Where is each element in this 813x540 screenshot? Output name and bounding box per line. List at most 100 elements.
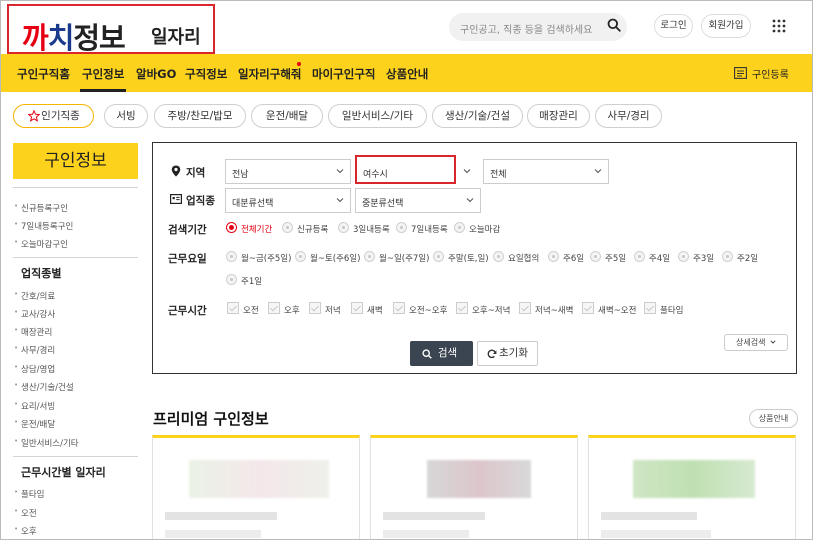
- chip-general-service[interactable]: 일반서비스/기타: [328, 104, 427, 128]
- nav-item-home[interactable]: 구인구직홈: [17, 66, 70, 82]
- check-morning[interactable]: 오전: [227, 302, 259, 316]
- chip-office[interactable]: 사무/경리: [595, 104, 662, 128]
- blurred-logo: [189, 460, 329, 498]
- nav-item-my[interactable]: 마이구인구직: [312, 66, 375, 82]
- chip-production[interactable]: 생산/기술/건설: [432, 104, 523, 128]
- sidebar-link-office[interactable]: 사무/경리: [14, 344, 55, 356]
- chip-popular[interactable]: 인기직종: [13, 104, 94, 128]
- check-dawn-morning[interactable]: 새벽~오전: [582, 302, 636, 316]
- briefcase-icon: [170, 194, 182, 204]
- reset-button[interactable]: 초기화: [477, 341, 538, 366]
- radio-dot: [590, 251, 601, 262]
- radio-days-5[interactable]: 월~금(주5일): [226, 251, 291, 264]
- job-category-select[interactable]: 대분류선택: [225, 188, 351, 213]
- radio-period-today[interactable]: 오늘마감: [454, 222, 500, 235]
- search-icon: [422, 349, 432, 359]
- radio-period-new[interactable]: 신규등록: [282, 222, 328, 235]
- check-dawn[interactable]: 새벽: [351, 302, 383, 316]
- premium-card[interactable]: [152, 435, 360, 539]
- search-icon[interactable]: [607, 18, 621, 32]
- nav-item-jobs[interactable]: 구인정보: [79, 66, 127, 92]
- chip-store[interactable]: 매장관리: [527, 104, 590, 128]
- search-button[interactable]: 검색: [410, 341, 473, 366]
- sidebar-link-7days[interactable]: 7일내등록구인: [14, 220, 73, 232]
- blurred-logo: [427, 460, 531, 498]
- refresh-icon: [487, 349, 497, 359]
- login-button[interactable]: 로그인: [654, 14, 693, 38]
- product-guide-button[interactable]: 상품안내: [749, 409, 798, 428]
- chip-driving[interactable]: 운전/배달: [251, 104, 323, 128]
- premium-card[interactable]: [370, 435, 578, 539]
- search-input[interactable]: 구인공고, 직종 등을 검색하세요: [449, 13, 627, 41]
- radio-dot: [454, 222, 465, 233]
- nav-item-seekers[interactable]: 구직정보: [185, 66, 227, 82]
- sidebar-link-general[interactable]: 일반서비스/기타: [14, 437, 79, 449]
- blurred-text: [165, 512, 277, 520]
- check-evening-dawn[interactable]: 저녁~새벽: [519, 302, 573, 316]
- chevron-down-icon: [594, 169, 602, 174]
- check-afternoon-evening[interactable]: 오후~저녁: [456, 302, 510, 316]
- sidebar-link-morning[interactable]: 오전: [14, 507, 36, 519]
- region-city-select[interactable]: 여수시: [355, 155, 456, 184]
- sidebar-link-production[interactable]: 생산/기술/건설: [14, 381, 74, 393]
- radio-3days[interactable]: 주3일: [678, 251, 714, 264]
- divider: [13, 187, 138, 188]
- radio-1day[interactable]: 주1일: [226, 274, 262, 287]
- premium-title: 프리미엄 구인정보: [153, 410, 269, 428]
- radio-6days[interactable]: 주6일: [548, 251, 584, 264]
- page: 까치정보 일자리 구인공고, 직종 등을 검색하세요 로그인 회원가입 구인구직…: [0, 0, 813, 540]
- radio-period-7days[interactable]: 7일내등록: [396, 222, 448, 235]
- main-nav: 구인구직홈 구인정보 알바GO 구직정보 일자리구해줘 마이구인구직 상품안내 …: [1, 54, 812, 92]
- nav-register-link[interactable]: 구인등록: [752, 66, 789, 81]
- radio-dot: [282, 222, 293, 233]
- radio-4days[interactable]: 주4일: [634, 251, 670, 264]
- premium-card[interactable]: [588, 435, 796, 539]
- chevron-down-icon: [770, 340, 776, 344]
- logo-link[interactable]: 까치정보 일자리: [7, 4, 215, 55]
- radio-2days[interactable]: 주2일: [722, 251, 758, 264]
- sidebar-link-cooking[interactable]: 요리/서빙: [14, 400, 55, 412]
- star-icon: [28, 110, 40, 122]
- sidebar-title: 구인정보: [13, 143, 138, 179]
- checkbox: [644, 302, 656, 314]
- apps-grid-icon[interactable]: [772, 19, 786, 33]
- region-province-select[interactable]: 전남: [225, 159, 351, 184]
- sidebar-link-today[interactable]: 오늘마감구인: [14, 238, 68, 250]
- check-afternoon[interactable]: 오후: [268, 302, 300, 316]
- nav-item-find-job[interactable]: 일자리구해줘: [238, 62, 301, 82]
- divider: [13, 257, 138, 258]
- sidebar-link-afternoon[interactable]: 오후: [14, 525, 36, 537]
- chevron-down-icon: [466, 198, 474, 203]
- radio-weekend[interactable]: 주말(토,일): [433, 251, 489, 264]
- sidebar-link-fulltime[interactable]: 풀타임: [14, 488, 45, 500]
- checkbox: [309, 302, 321, 314]
- region-district-select[interactable]: 전체: [483, 159, 609, 184]
- blurred-text: [165, 530, 261, 538]
- nav-item-products[interactable]: 상품안내: [386, 66, 428, 82]
- check-evening[interactable]: 저녁: [309, 302, 341, 316]
- job-subcategory-select[interactable]: 중분류선택: [355, 188, 481, 213]
- chevron-down-icon[interactable]: [463, 167, 471, 175]
- radio-period-all[interactable]: 전체기간: [226, 222, 272, 235]
- chip-serving[interactable]: 서빙: [104, 104, 148, 128]
- sidebar-link-store[interactable]: 매장관리: [14, 326, 52, 338]
- check-morning-afternoon[interactable]: 오전~오후: [393, 302, 447, 316]
- radio-days-6[interactable]: 월~토(주6일): [295, 251, 360, 264]
- radio-period-3days[interactable]: 3일내등록: [338, 222, 390, 235]
- sidebar-link-teacher[interactable]: 교사/강사: [14, 308, 55, 320]
- radio-days-7[interactable]: 월~일(주7일): [364, 251, 429, 264]
- radio-5days[interactable]: 주5일: [590, 251, 626, 264]
- check-fulltime[interactable]: 풀타임: [644, 302, 683, 316]
- signup-button[interactable]: 회원가입: [701, 14, 751, 38]
- sidebar-link-new[interactable]: 신규등록구인: [14, 202, 68, 214]
- radio-days-negotiable[interactable]: 요일협의: [493, 251, 539, 264]
- sidebar-link-sales[interactable]: 상담/영업: [14, 363, 55, 375]
- blurred-logo: [633, 460, 755, 498]
- sidebar-link-nursing[interactable]: 간호/의료: [14, 290, 55, 302]
- sidebar-link-driving[interactable]: 운전/배달: [14, 418, 55, 430]
- blurred-text: [601, 530, 711, 538]
- nav-item-albago[interactable]: 알바GO: [136, 66, 176, 82]
- chip-kitchen[interactable]: 주방/찬모/밥모: [154, 104, 246, 128]
- chevron-down-icon: [336, 169, 344, 174]
- detail-search-button[interactable]: 상세검색: [724, 334, 788, 351]
